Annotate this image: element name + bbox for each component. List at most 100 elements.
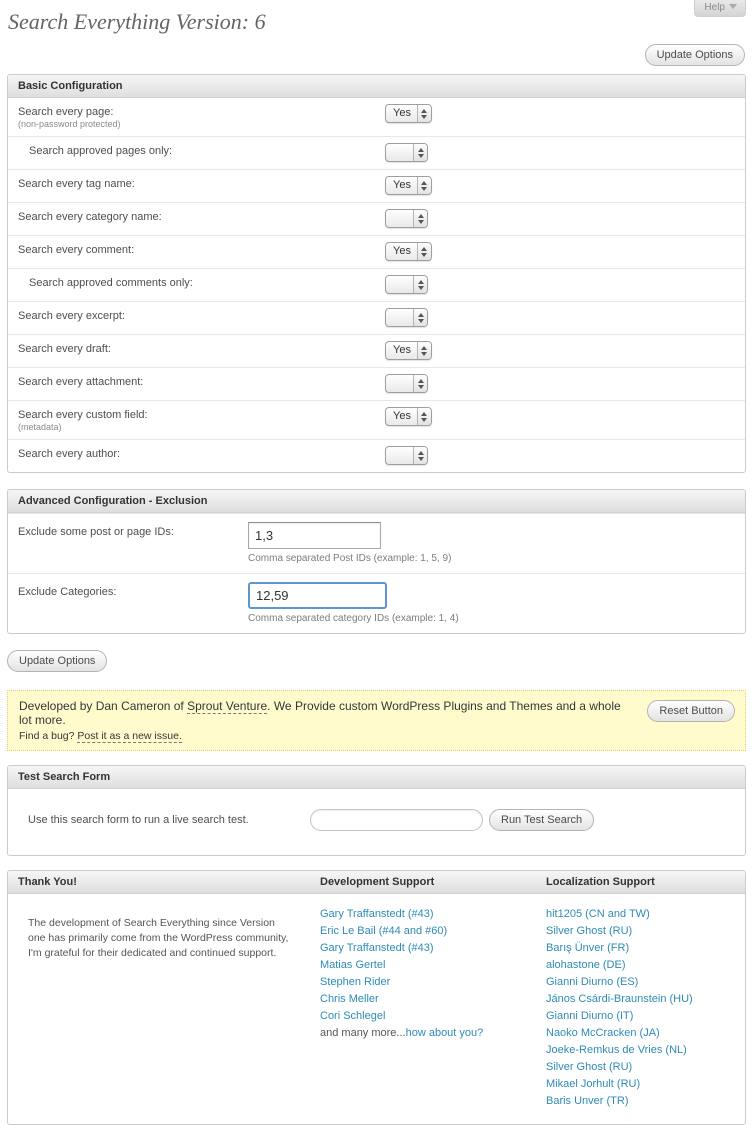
basic-configuration-section: Basic Configuration Search every page: (… [7, 74, 746, 473]
select-value [386, 375, 413, 392]
setting-label: Search every custom field: [18, 409, 385, 421]
contributor-link[interactable]: Stephen Rider [320, 976, 390, 988]
contributor-link[interactable]: Barış Ünver (FR) [546, 942, 629, 954]
contributor-link[interactable]: Matias Gertel [320, 959, 385, 971]
setting-select[interactable]: Yes [385, 104, 432, 123]
thank-you-message: The development of Search Everything sin… [18, 904, 320, 962]
exclude-posts-help: Comma separated Post IDs (example: 1, 5,… [248, 553, 451, 564]
setting-select[interactable]: Yes [385, 341, 432, 360]
contributor-link[interactable]: Naoko McCracken (JA) [546, 1027, 660, 1039]
developer-notice-line2: Find a bug? Post it as a new issue. [19, 730, 735, 742]
contributor-link[interactable]: Gary Traffanstedt (#43) [320, 908, 434, 920]
advanced-configuration-section: Advanced Configuration - Exclusion Exclu… [7, 489, 746, 634]
select-value: Yes [386, 243, 417, 260]
exclude-posts-row: Exclude some post or page IDs: Comma sep… [8, 513, 745, 573]
update-options-button-top[interactable]: Update Options [645, 44, 745, 66]
config-row: Search every tag name: Yes [8, 169, 745, 202]
developer-notice: Developed by Dan Cameron of Sprout Ventu… [7, 690, 746, 751]
select-stepper-icon [413, 309, 427, 326]
new-issue-link[interactable]: Post it as a new issue. [77, 730, 181, 743]
select-stepper-icon [417, 243, 431, 260]
contributor-link[interactable]: János Csárdi-Braunstein (HU) [546, 993, 693, 1005]
select-stepper-icon [413, 447, 427, 464]
exclude-posts-label: Exclude some post or page IDs: [18, 526, 248, 538]
setting-label: Search every category name: [18, 211, 385, 223]
contributor-link[interactable]: Gary Traffanstedt (#43) [320, 942, 434, 954]
contributor-link[interactable]: Cori Schlegel [320, 1010, 385, 1022]
list-item: Naoko McCracken (JA) [546, 1025, 745, 1042]
list-item: Silver Ghost (RU) [546, 923, 745, 940]
setting-select[interactable] [385, 446, 428, 465]
setting-select[interactable] [385, 143, 428, 162]
setting-select[interactable] [385, 374, 428, 393]
contributor-link[interactable]: Chris Meller [320, 993, 379, 1005]
select-value [386, 309, 413, 326]
contributor-link[interactable]: alohastone (DE) [546, 959, 626, 971]
contributor-link[interactable]: Eric Le Bail (#44 and #60) [320, 925, 447, 937]
exclude-posts-input[interactable] [248, 522, 381, 549]
setting-label: Search every excerpt: [18, 310, 385, 322]
list-item: Stephen Rider [320, 974, 546, 991]
test-search-section: Test Search Form Use this search form to… [7, 765, 746, 856]
run-test-search-button[interactable]: Run Test Search [489, 809, 594, 831]
config-row: Search every excerpt: [8, 301, 745, 334]
setting-label: Search every page: [18, 106, 385, 118]
help-label: Help [704, 2, 725, 13]
and-many-more-text: and many more... [320, 1027, 406, 1039]
test-search-input[interactable] [310, 809, 483, 831]
setting-sublabel: (non-password protected) [18, 119, 385, 129]
config-row: Search every attachment: [8, 367, 745, 400]
setting-select[interactable]: Yes [385, 176, 432, 195]
contributor-link[interactable]: Gianni Diurno (ES) [546, 976, 638, 988]
exclude-categories-label: Exclude Categories: [18, 586, 248, 598]
help-button[interactable]: Help [694, 0, 746, 17]
setting-label: Search approved pages only: [29, 145, 385, 157]
setting-select[interactable] [385, 209, 428, 228]
select-stepper-icon [417, 342, 431, 359]
setting-label: Search every comment: [18, 244, 385, 256]
contributor-link[interactable]: hit1205 (CN and TW) [546, 908, 650, 920]
page-title: Search Everything Version: 6 [0, 0, 753, 35]
list-item: Barış Ünver (FR) [546, 940, 745, 957]
exclude-categories-input[interactable] [248, 582, 387, 609]
setting-select[interactable] [385, 308, 428, 327]
select-value: Yes [386, 342, 417, 359]
reset-button[interactable]: Reset Button [647, 700, 735, 722]
setting-label: Search every attachment: [18, 376, 385, 388]
update-options-button-bottom[interactable]: Update Options [7, 650, 107, 672]
setting-select[interactable] [385, 275, 428, 294]
developer-notice-line1: Developed by Dan Cameron of Sprout Ventu… [19, 699, 735, 727]
exclude-categories-row: Exclude Categories: Comma separated cate… [8, 573, 745, 633]
advanced-configuration-title: Advanced Configuration - Exclusion [8, 490, 745, 513]
list-item: Gary Traffanstedt (#43) [320, 940, 546, 957]
contributor-link[interactable]: Gianni Diurno (IT) [546, 1010, 633, 1022]
test-search-title: Test Search Form [8, 766, 745, 789]
basic-configuration-rows: Search every page: (non-password protect… [8, 98, 745, 472]
list-item: Gianni Diurno (ES) [546, 974, 745, 991]
select-stepper-icon [413, 144, 427, 161]
list-item: Cori Schlegel [320, 1008, 546, 1025]
setting-sublabel: (metadata) [18, 422, 385, 432]
setting-label: Search approved comments only: [29, 277, 385, 289]
select-value [386, 447, 413, 464]
contributor-link[interactable]: Silver Ghost (RU) [546, 925, 632, 937]
select-stepper-icon [417, 105, 431, 122]
list-item: hit1205 (CN and TW) [546, 906, 745, 923]
contributor-link[interactable]: Joeke-Remkus de Vries (NL) [546, 1044, 687, 1056]
config-row: Search approved pages only: [8, 136, 745, 169]
contributor-link[interactable]: Mikael Jorhult (RU) [546, 1078, 640, 1090]
config-row: Search every draft: Yes [8, 334, 745, 367]
config-row: Search every custom field: (metadata) Ye… [8, 400, 745, 439]
config-row: Search every comment: Yes [8, 235, 745, 268]
contributor-link[interactable]: Baris Unver (TR) [546, 1095, 629, 1107]
how-about-you-link[interactable]: how about you? [406, 1027, 484, 1039]
setting-select[interactable]: Yes [385, 407, 432, 426]
select-value [386, 276, 413, 293]
contributor-link[interactable]: Silver Ghost (RU) [546, 1061, 632, 1073]
setting-label: Search every draft: [18, 343, 385, 355]
sprout-venture-link[interactable]: Sprout Venture [187, 699, 267, 714]
setting-label: Search every tag name: [18, 178, 385, 190]
setting-select[interactable]: Yes [385, 242, 432, 261]
thank-you-section: Thank You! Development Support Localizat… [7, 870, 746, 1125]
list-item: Baris Unver (TR) [546, 1093, 745, 1110]
